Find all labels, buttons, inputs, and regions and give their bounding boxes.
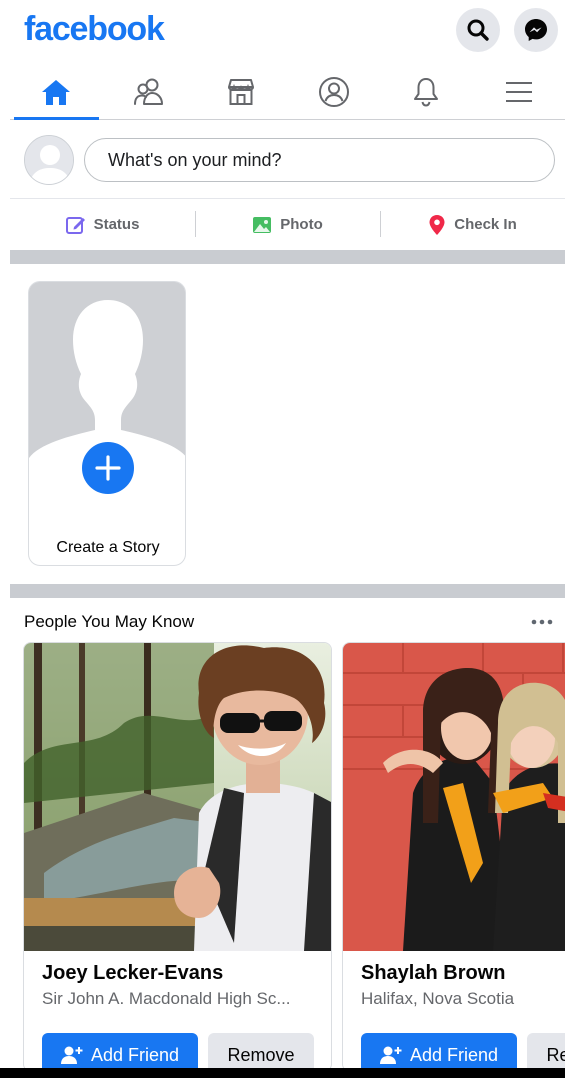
location-pin-icon [429, 214, 445, 235]
tab-notifications[interactable] [380, 64, 473, 119]
remove-button[interactable]: Remove [208, 1033, 314, 1071]
bell-icon [414, 77, 439, 107]
system-navigation-bar [0, 1068, 565, 1078]
messenger-icon [525, 19, 547, 41]
edit-icon [65, 216, 85, 234]
plus-icon [95, 455, 121, 481]
whats-on-your-mind-input[interactable]: What's on your mind? [84, 138, 555, 182]
main-tab-bar [10, 64, 565, 120]
add-friend-label: Add Friend [90, 1044, 180, 1065]
person-photo[interactable] [24, 643, 331, 951]
add-story-button[interactable] [78, 438, 138, 498]
photo-button[interactable]: Photo [195, 199, 380, 250]
section-divider [10, 584, 565, 598]
profile-icon [318, 76, 349, 107]
messenger-button[interactable] [514, 8, 558, 52]
section-divider [10, 250, 565, 264]
search-button[interactable] [456, 8, 500, 52]
tab-profile[interactable] [288, 64, 381, 119]
facebook-logo[interactable]: facebook [24, 10, 165, 49]
create-story-card[interactable]: Create a Story [28, 281, 186, 566]
status-label: Status [93, 216, 140, 233]
default-avatar-icon [25, 136, 73, 184]
search-icon [467, 19, 489, 41]
tab-menu[interactable] [473, 64, 565, 119]
more-dots-icon [531, 619, 553, 625]
person-card[interactable]: Joey Lecker-Evans Sir John A. Macdonald … [23, 642, 332, 1072]
tab-friends[interactable] [103, 64, 196, 119]
create-story-label: Create a Story [56, 539, 160, 556]
person-card[interactable]: Shaylah Brown Halifax, Nova Scotia Add F… [342, 642, 565, 1072]
photo-label: Photo [280, 216, 323, 233]
friends-icon [133, 78, 163, 105]
user-avatar[interactable] [24, 135, 74, 185]
more-options-button[interactable] [529, 612, 555, 632]
profile-photo-forest-creek [24, 643, 331, 951]
post-action-bar: Status Photo Check In [10, 198, 565, 250]
add-friend-icon [379, 1046, 402, 1064]
facebook-mobile-feed: facebook What's on your mind? Status Pho… [0, 0, 565, 1078]
profile-photo-graduation [343, 643, 565, 951]
add-friend-label: Add Friend [409, 1044, 499, 1065]
add-friend-icon [60, 1046, 83, 1064]
status-button[interactable]: Status [10, 199, 195, 250]
tab-home[interactable] [10, 64, 103, 120]
check-in-button[interactable]: Check In [380, 199, 565, 250]
home-icon [42, 79, 71, 105]
top-header: facebook [0, 0, 565, 62]
tab-marketplace[interactable] [195, 64, 288, 119]
post-composer: What's on your mind? [0, 130, 565, 190]
add-friend-button[interactable]: Add Friend [361, 1033, 517, 1071]
people-you-may-know-title: People You May Know [24, 612, 195, 631]
person-name[interactable]: Joey Lecker-Evans [42, 962, 223, 985]
person-photo[interactable] [343, 643, 565, 951]
person-subtitle: Sir John A. Macdonald High Sc... [42, 989, 291, 1008]
check-in-label: Check In [454, 216, 517, 233]
hamburger-menu-icon [505, 81, 532, 102]
add-friend-button[interactable]: Add Friend [42, 1033, 198, 1071]
marketplace-icon [228, 78, 255, 105]
photo-icon [253, 216, 272, 233]
person-subtitle: Halifax, Nova Scotia [361, 989, 515, 1008]
remove-button[interactable]: Remove [527, 1033, 565, 1071]
person-name[interactable]: Shaylah Brown [361, 962, 505, 985]
